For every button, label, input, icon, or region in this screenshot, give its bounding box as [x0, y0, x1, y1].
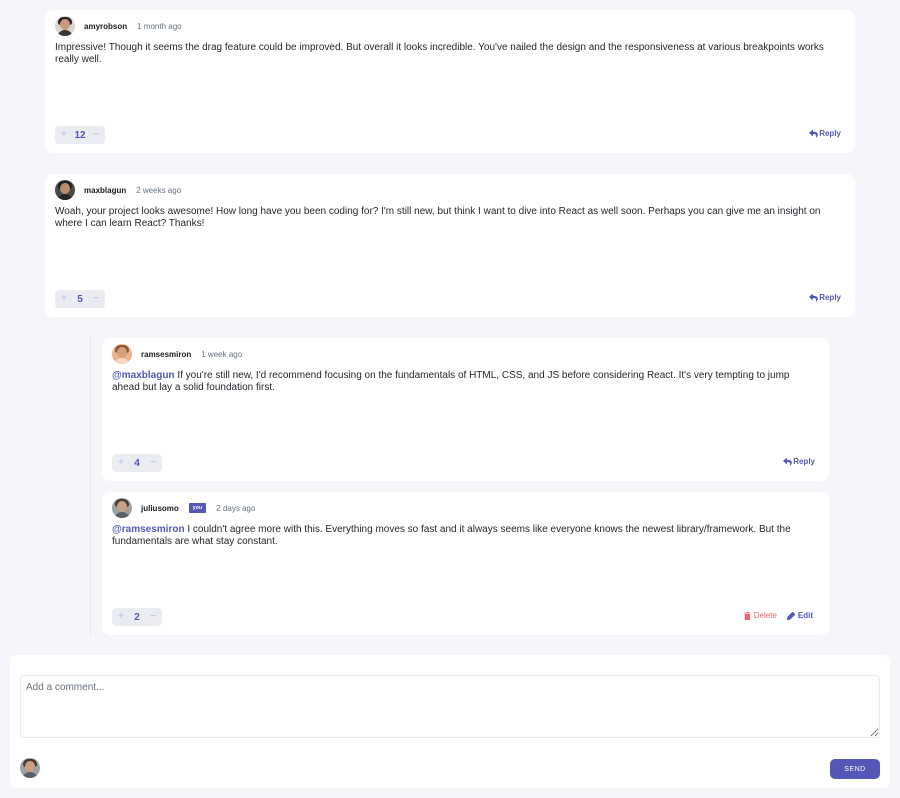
- send-button[interactable]: SEND: [830, 759, 880, 779]
- downvote-button[interactable]: −: [93, 294, 99, 304]
- delete-button[interactable]: Delete: [743, 611, 777, 620]
- mention[interactable]: @maxblagun: [112, 370, 175, 381]
- username[interactable]: maxblagun: [84, 186, 126, 195]
- reply-label: Reply: [819, 293, 841, 302]
- vote-control: + 5 −: [55, 290, 105, 308]
- downvote-button[interactable]: −: [150, 458, 156, 468]
- comment-text: Woah, your project looks awesome! How lo…: [55, 206, 821, 229]
- avatar: [112, 498, 132, 518]
- comment-header: amyrobson 1 month ago: [55, 16, 182, 36]
- vote-score: 4: [134, 457, 140, 469]
- timestamp: 2 days ago: [216, 503, 256, 513]
- avatar: [112, 344, 132, 364]
- vote-control: + 12 −: [55, 126, 105, 144]
- timestamp: 1 week ago: [201, 349, 243, 359]
- avatar: [55, 180, 75, 200]
- comment-text: Impressive! Though it seems the drag fea…: [55, 42, 824, 65]
- comment-input[interactable]: [20, 675, 880, 738]
- avatar: [55, 16, 75, 36]
- comment-text: @ramsesmiron I couldn't agree more with …: [112, 524, 813, 548]
- downvote-button[interactable]: −: [93, 130, 99, 140]
- reply-icon: [809, 293, 819, 302]
- edit-button[interactable]: Edit: [786, 611, 813, 620]
- reply-label: Reply: [819, 129, 841, 138]
- comment-header: juliusomo you 2 days ago: [112, 498, 255, 518]
- comment-body: I couldn't agree more with this. Everyth…: [112, 524, 791, 547]
- comment-card: amyrobson 1 month ago Impressive! Though…: [45, 10, 855, 153]
- reply-card: juliusomo you 2 days ago @ramsesmiron I …: [102, 492, 829, 635]
- reply-button[interactable]: Reply: [783, 457, 815, 466]
- vote-score: 12: [74, 129, 86, 141]
- comment-header: maxblagun 2 weeks ago: [55, 180, 181, 200]
- vote-control: + 2 −: [112, 608, 162, 626]
- reply-label: Reply: [793, 457, 815, 466]
- timestamp: 2 weeks ago: [136, 185, 182, 195]
- comment-card: maxblagun 2 weeks ago Woah, your project…: [45, 174, 855, 317]
- comment-actions: Delete Edit: [743, 611, 813, 620]
- vote-control: + 4 −: [112, 454, 162, 472]
- reply-button[interactable]: Reply: [809, 129, 841, 138]
- comment-compose: SEND: [10, 655, 890, 788]
- comment-text: @maxblagun If you're still new, I'd reco…: [112, 370, 813, 394]
- downvote-button[interactable]: −: [150, 612, 156, 622]
- username[interactable]: amyrobson: [84, 22, 127, 31]
- reply-icon: [783, 457, 793, 466]
- edit-label: Edit: [797, 611, 813, 620]
- edit-icon: [786, 611, 795, 620]
- comment-body: If you're still new, I'd recommend focus…: [112, 370, 790, 393]
- comment-header: ramsesmiron 1 week ago: [112, 344, 242, 364]
- reply-icon: [809, 129, 819, 138]
- upvote-button[interactable]: +: [61, 294, 67, 304]
- avatar: [20, 758, 40, 778]
- vote-score: 5: [77, 293, 83, 305]
- timestamp: 1 month ago: [137, 21, 182, 31]
- upvote-button[interactable]: +: [118, 612, 124, 622]
- mention[interactable]: @ramsesmiron: [112, 524, 185, 535]
- you-badge: you: [188, 503, 207, 513]
- reply-card: ramsesmiron 1 week ago @maxblagun If you…: [102, 338, 829, 481]
- username[interactable]: ramsesmiron: [141, 350, 191, 359]
- username[interactable]: juliusomo: [141, 504, 179, 513]
- upvote-button[interactable]: +: [118, 458, 124, 468]
- reply-button[interactable]: Reply: [809, 293, 841, 302]
- upvote-button[interactable]: +: [61, 130, 67, 140]
- delete-label: Delete: [753, 611, 777, 620]
- vote-score: 2: [134, 611, 140, 623]
- delete-icon: [743, 611, 751, 620]
- reply-thread-line: [90, 337, 91, 635]
